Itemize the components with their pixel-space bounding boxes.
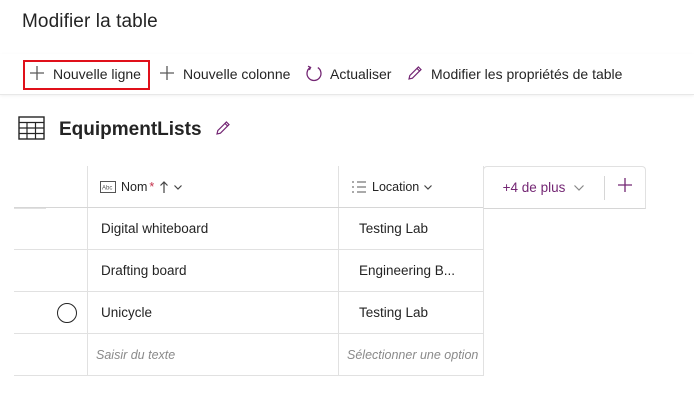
header-select-cell [46,166,88,207]
more-columns-label: +4 de plus [502,180,566,195]
pencil-icon [406,64,424,85]
new-row-button[interactable]: Nouvelle ligne [23,60,150,90]
cell-nom[interactable]: Unicycle [88,292,339,333]
new-column-label: Nouvelle colonne [183,66,291,82]
command-bar: Nouvelle ligne Nouvelle colonne Actualis… [0,54,694,95]
grid-header-row: Abc Nom * Location [14,166,484,208]
chevron-down-icon[interactable] [423,183,433,191]
sort-arrow-icon[interactable] [159,180,169,194]
table-row[interactable]: Drafting board Engineering B... [14,250,484,292]
required-marker: * [149,179,155,194]
text-field-icon: Abc [100,180,116,193]
edit-table-name-button[interactable] [214,119,232,142]
new-column-button[interactable]: Nouvelle colonne [158,60,290,88]
column-header-nom-label: Nom [121,179,148,194]
plus-icon [616,176,634,199]
row-select-cell[interactable] [46,292,88,333]
plus-icon [158,64,176,85]
column-header-location[interactable]: Location [339,166,484,207]
column-header-nom[interactable]: Abc Nom * [88,166,339,207]
row-select-cell[interactable] [46,250,88,291]
add-column-button[interactable] [605,167,645,208]
chevron-down-icon [573,184,585,192]
more-columns-panel: +4 de plus [483,166,646,209]
nom-input[interactable]: Saisir du texte [88,334,339,375]
new-row-label: Nouvelle ligne [53,66,141,82]
table-name: EquipmentLists [59,119,202,140]
table-grid-icon [18,115,45,145]
more-columns-button[interactable]: +4 de plus [484,167,604,208]
refresh-label: Actualiser [330,66,392,82]
plus-icon [28,64,46,85]
column-header-location-label: Location [372,179,420,194]
refresh-icon [305,64,323,85]
pencil-icon [214,119,232,142]
table-row[interactable]: Unicycle Testing Lab [14,292,484,334]
chevron-down-icon[interactable] [173,183,183,191]
refresh-button[interactable]: Actualiser [305,60,391,88]
data-grid: Abc Nom * Location Digital whiteboard Te… [14,166,484,376]
cell-location[interactable]: Engineering B... [339,250,484,291]
page: Modifier la table Nouvelle ligne Nouvell… [0,0,694,401]
row-select-radio[interactable] [56,302,77,323]
cell-nom[interactable]: Drafting board [88,250,339,291]
location-select[interactable]: Sélectionner une option [339,334,484,375]
choice-list-icon [351,180,367,194]
cell-location[interactable]: Testing Lab [339,208,484,249]
table-row[interactable]: Digital whiteboard Testing Lab [14,208,484,250]
page-title: Modifier la table [22,11,158,32]
row-select-cell[interactable] [46,208,88,249]
header-divider [14,208,46,209]
row-select-cell [46,334,88,375]
new-row-entry[interactable]: Saisir du texte Sélectionner une option [14,334,484,376]
cell-location[interactable]: Testing Lab [339,292,484,333]
edit-table-properties-button[interactable]: Modifier les propriétés de table [406,60,622,88]
table-heading: EquipmentLists [18,115,232,145]
edit-table-properties-label: Modifier les propriétés de table [431,66,623,82]
cell-nom[interactable]: Digital whiteboard [88,208,339,249]
svg-text:Abc: Abc [102,185,112,191]
